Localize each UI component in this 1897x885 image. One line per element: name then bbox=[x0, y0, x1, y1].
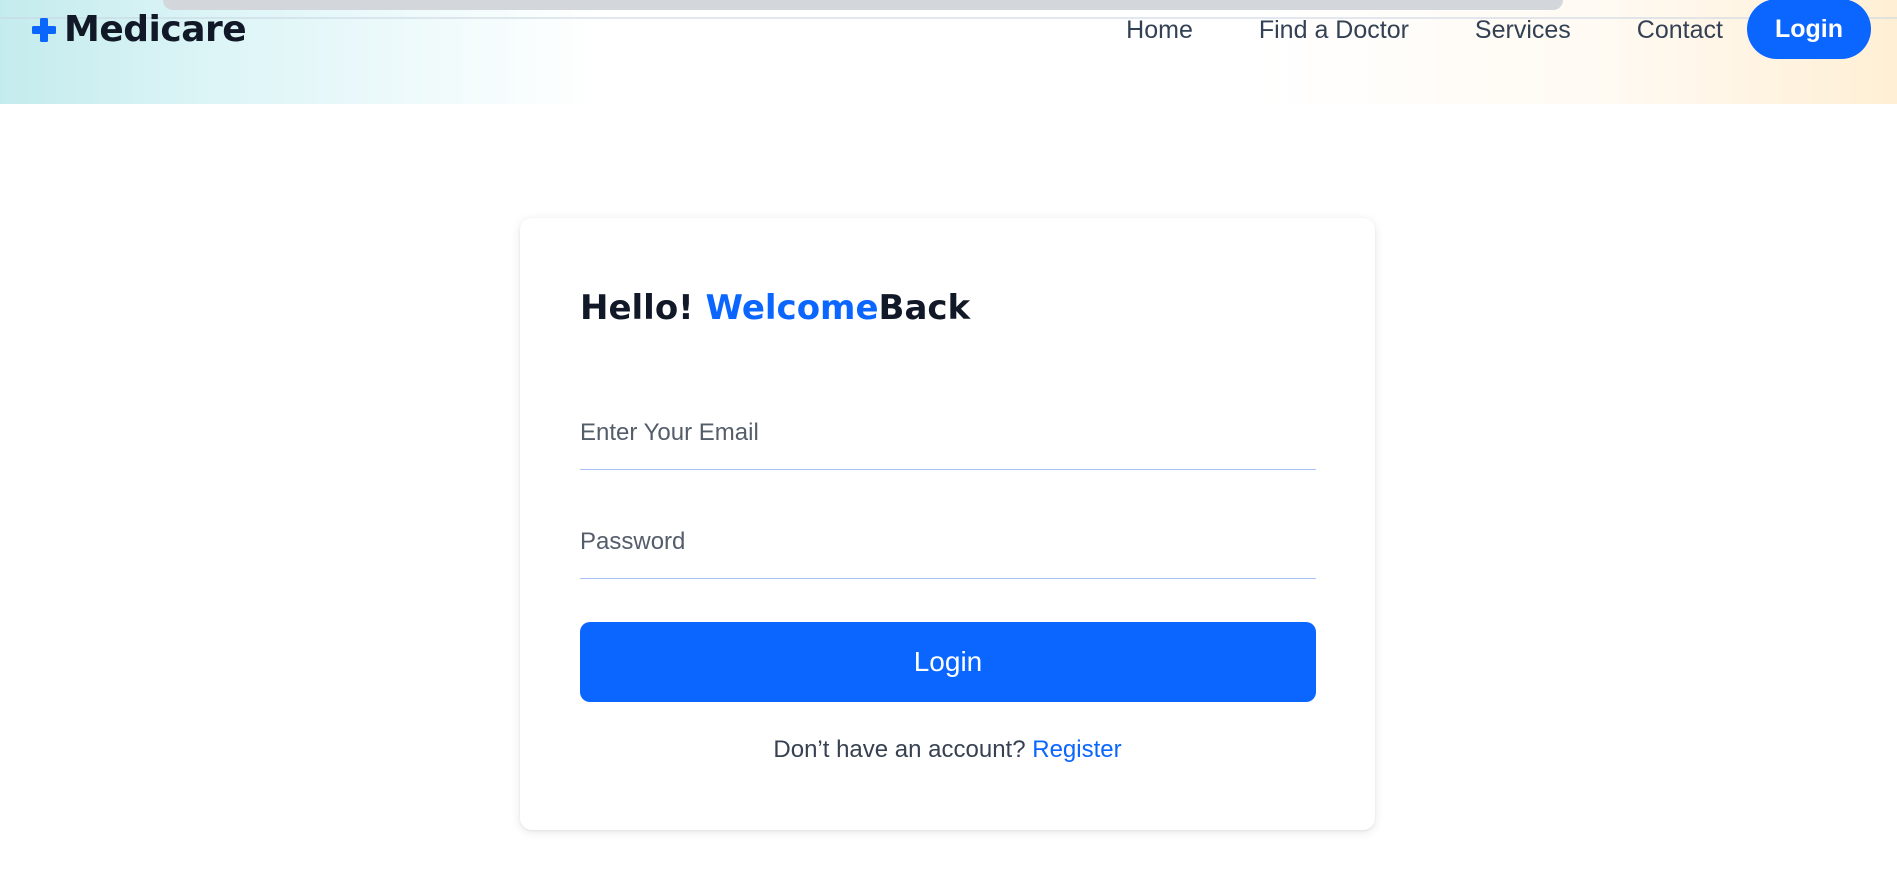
main-nav: Home Find a Doctor Services Contact Logi… bbox=[1126, 0, 1871, 60]
site-header: Medicare Home Find a Doctor Services Con… bbox=[0, 0, 1897, 104]
password-field-wrapper bbox=[580, 505, 1316, 579]
nav-contact-link[interactable]: Contact bbox=[1637, 0, 1723, 60]
nav-services-link[interactable]: Services bbox=[1475, 0, 1571, 60]
page-title: Hello! WelcomeBack bbox=[580, 288, 970, 328]
brand-logo-link[interactable]: Medicare bbox=[30, 9, 247, 50]
email-input[interactable] bbox=[580, 408, 1316, 457]
plus-cross-icon bbox=[30, 16, 58, 44]
register-row: Don’t have an account? Register bbox=[520, 732, 1375, 768]
register-prompt: Don’t have an account? bbox=[773, 736, 1033, 763]
heading-part-welcome: Welcome bbox=[705, 288, 879, 328]
login-submit-button[interactable]: Login bbox=[580, 622, 1316, 702]
nav-home-link[interactable]: Home bbox=[1126, 0, 1193, 60]
brand-name: Medicare bbox=[64, 9, 247, 50]
login-card: Hello! WelcomeBack Login Don’t have an a… bbox=[520, 218, 1375, 830]
heading-part-hello: Hello! bbox=[580, 288, 706, 328]
password-input[interactable] bbox=[580, 517, 1316, 566]
header-login-button[interactable]: Login bbox=[1746, 0, 1871, 59]
email-field-wrapper bbox=[580, 396, 1316, 470]
nav-find-a-doctor-link[interactable]: Find a Doctor bbox=[1259, 0, 1409, 60]
heading-part-back: Back bbox=[878, 288, 971, 328]
register-link[interactable]: Register bbox=[1032, 736, 1121, 763]
